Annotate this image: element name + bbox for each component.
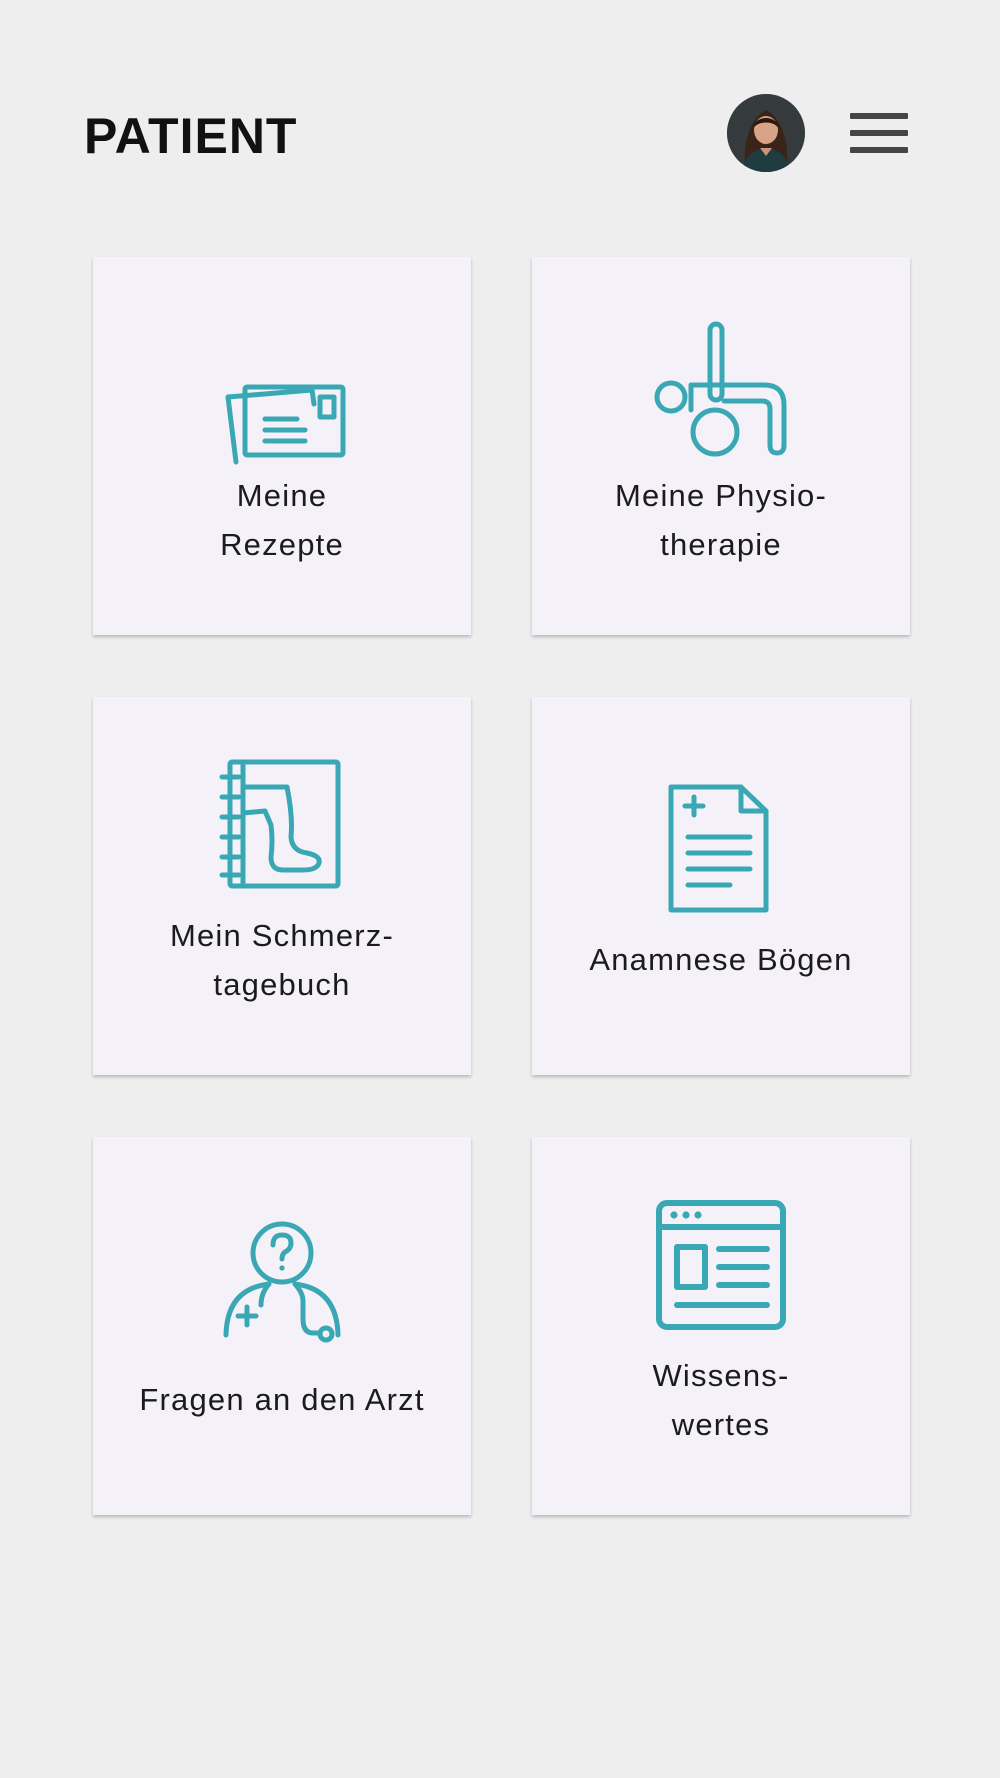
- tile-label: Meine Physio- therapie: [614, 478, 827, 562]
- tile-wissenswertes[interactable]: Wissens- wertes: [532, 1137, 910, 1515]
- avatar-photo-icon: [727, 94, 805, 172]
- page-title: PATIENT: [84, 108, 298, 164]
- tile-meine-physiotherapie[interactable]: Meine Physio- therapie: [532, 257, 910, 635]
- tile-label: Mein Schmerz- tagebuch: [169, 918, 395, 1002]
- tile-label: Meine Rezepte: [220, 478, 344, 562]
- tile-anamnese-boegen[interactable]: Anamnese Bögen: [532, 697, 910, 1075]
- physiotherapy-icon: [654, 321, 787, 457]
- medical-form-icon: [668, 784, 769, 913]
- tile-meine-rezepte[interactable]: Meine Rezepte: [93, 257, 471, 635]
- pain-diary-icon: [219, 759, 341, 889]
- tile-label: Anamnese Bögen: [589, 942, 853, 977]
- doctor-question-icon: [223, 1221, 341, 1343]
- tile-label: Wissens- wertes: [652, 1358, 790, 1442]
- tile-label: Fragen an den Arzt: [139, 1382, 425, 1417]
- knowledge-article-icon: [656, 1200, 786, 1330]
- user-avatar[interactable]: [727, 94, 805, 172]
- app-header: PATIENT: [0, 0, 1000, 260]
- tile-fragen-an-den-arzt[interactable]: Fragen an den Arzt: [93, 1137, 471, 1515]
- prescription-cards-icon: [225, 384, 346, 465]
- tile-mein-schmerztagebuch[interactable]: Mein Schmerz- tagebuch: [93, 697, 471, 1075]
- hamburger-menu-icon[interactable]: [848, 110, 910, 156]
